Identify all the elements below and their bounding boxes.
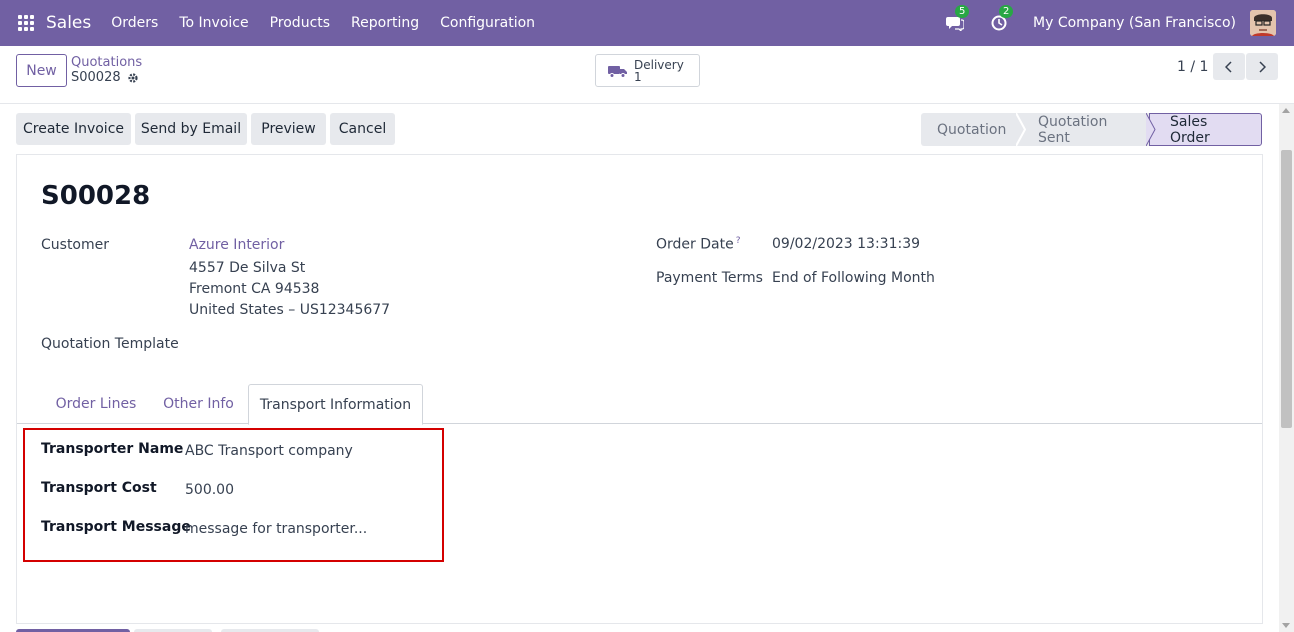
pager-next-button[interactable] — [1246, 53, 1278, 80]
address-line-2: Fremont CA 94538 — [189, 281, 320, 297]
transport-cost-label: Transport Cost — [41, 480, 157, 496]
customer-link[interactable]: Azure Interior — [189, 237, 284, 253]
scroll-up-arrow[interactable] — [1282, 108, 1290, 113]
pager-previous-button[interactable] — [1213, 53, 1245, 80]
app-name[interactable]: Sales — [46, 13, 91, 33]
control-panel: New Quotations S00028 Delivery 1 1 / 1 — [0, 46, 1294, 104]
customer-label: Customer — [41, 237, 110, 253]
tab-transport-information[interactable]: Transport Information — [248, 384, 423, 425]
create-invoice-button[interactable]: Create Invoice — [16, 113, 131, 145]
menu-to-invoice[interactable]: To Invoice — [179, 15, 248, 31]
scroll-down-arrow[interactable] — [1282, 623, 1290, 628]
menu-products[interactable]: Products — [270, 15, 330, 31]
stage-quotation-sent[interactable]: Quotation Sent — [1018, 113, 1149, 146]
delivery-label: Delivery — [634, 57, 684, 72]
chevron-left-icon — [1225, 60, 1232, 73]
menu-orders[interactable]: Orders — [111, 15, 158, 31]
clock-icon[interactable]: 2 — [989, 5, 1014, 33]
chevron-right-icon — [1259, 60, 1266, 73]
gear-icon[interactable] — [127, 72, 139, 84]
delivery-smart-button[interactable]: Delivery 1 — [595, 54, 700, 87]
vertical-scrollbar[interactable] — [1279, 104, 1294, 632]
record-title: S00028 — [41, 181, 151, 211]
cancel-button[interactable]: Cancel — [330, 113, 395, 145]
breadcrumb-quotations[interactable]: Quotations — [71, 55, 142, 70]
new-button[interactable]: New — [16, 54, 67, 87]
truck-icon — [608, 65, 627, 78]
top-navbar: Sales Orders To Invoice Products Reporti… — [0, 0, 1294, 46]
payment-terms-label: Payment Terms — [656, 270, 763, 286]
pager-value[interactable]: 1 / 1 — [1177, 59, 1208, 75]
order-date-label: Order Date? — [656, 236, 740, 253]
stage-separator — [1016, 113, 1026, 146]
help-icon[interactable]: ? — [736, 236, 741, 246]
address-line-3: United States – US12345677 — [189, 302, 391, 318]
scroll-thumb[interactable] — [1281, 150, 1292, 428]
action-buttons: Create Invoice Send by Email Preview Can… — [16, 113, 399, 145]
transporter-name-label: Transporter Name — [41, 441, 184, 457]
menu-configuration[interactable]: Configuration — [440, 15, 535, 31]
tab-order-lines[interactable]: Order Lines — [43, 384, 149, 424]
payment-terms-value[interactable]: End of Following Month — [772, 270, 935, 286]
transport-cost-field[interactable]: 500.00 — [185, 482, 234, 498]
preview-button[interactable]: Preview — [251, 113, 326, 145]
order-date-value[interactable]: 09/02/2023 13:31:39 — [772, 236, 920, 252]
form-sheet: S00028 Customer Azure Interior 4557 De S… — [16, 154, 1263, 624]
breadcrumb-current-label: S00028 — [71, 70, 121, 85]
order-date-label-text: Order Date — [656, 236, 734, 253]
breadcrumb-current: S00028 — [71, 70, 139, 85]
quotation-template-label: Quotation Template — [41, 336, 179, 352]
messages-badge: 5 — [955, 5, 970, 18]
activities-badge: 2 — [999, 5, 1014, 18]
avatar[interactable] — [1250, 10, 1276, 36]
send-by-email-button[interactable]: Send by Email — [135, 113, 247, 145]
stage-separator — [1146, 113, 1156, 146]
transport-message-label: Transport Message — [41, 519, 191, 535]
menu-reporting[interactable]: Reporting — [351, 15, 419, 31]
delivery-count: 1 — [634, 69, 642, 84]
transport-message-field[interactable]: message for transporter... — [185, 521, 367, 537]
tab-other-info[interactable]: Other Info — [151, 384, 246, 424]
transporter-name-field[interactable]: ABC Transport company — [185, 443, 353, 459]
address-line-1: 4557 De Silva St — [189, 260, 306, 276]
notebook-tabs: Order Lines Other Info Transport Informa… — [17, 384, 1262, 425]
stage-quotation[interactable]: Quotation — [921, 113, 1018, 146]
grid-icon[interactable] — [18, 15, 34, 31]
company-switcher[interactable]: My Company (San Francisco) — [1033, 15, 1236, 31]
status-bar: Quotation Quotation Sent Sales Order — [921, 113, 1262, 146]
stage-sales-order[interactable]: Sales Order — [1149, 113, 1262, 146]
chat-icon[interactable]: 5 — [945, 5, 970, 33]
